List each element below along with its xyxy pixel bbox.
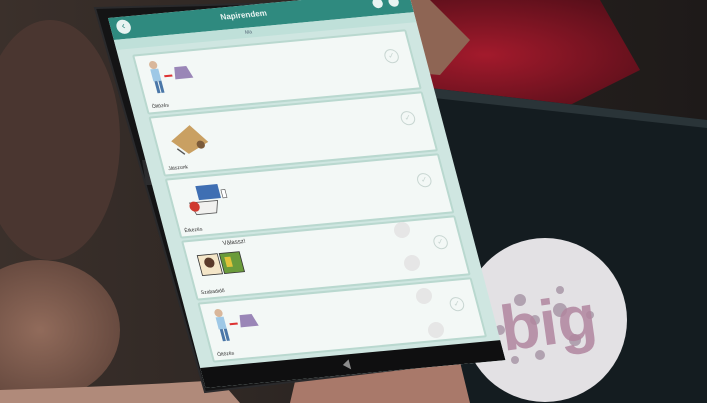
check-icon[interactable]: ✓ bbox=[399, 110, 417, 126]
leisure-icon bbox=[196, 251, 246, 277]
card-label: Étkezés bbox=[183, 226, 204, 235]
check-icon[interactable]: ✓ bbox=[431, 234, 450, 250]
tab-today[interactable]: Ma bbox=[244, 29, 253, 36]
person-dressing-icon bbox=[149, 61, 194, 94]
settings-icon[interactable] bbox=[371, 0, 384, 9]
card-label: Játszunk bbox=[167, 164, 189, 173]
round-button bbox=[394, 222, 410, 238]
card-label: Szabadidő bbox=[200, 287, 226, 297]
app-title: Napirendem bbox=[219, 8, 268, 22]
card-label: Öltözés bbox=[216, 350, 236, 359]
person-dressing-icon bbox=[214, 309, 259, 342]
play-icon bbox=[171, 125, 209, 155]
meal-icon bbox=[188, 184, 228, 216]
check-icon[interactable]: ✓ bbox=[448, 296, 466, 312]
round-button bbox=[416, 288, 432, 304]
check-icon[interactable]: ✓ bbox=[382, 48, 401, 64]
photo-scene: big ‹ Napirendem Ma Öltözés ✓ Játszunk ✓… bbox=[0, 0, 707, 403]
menu-icon[interactable] bbox=[387, 0, 400, 8]
round-button bbox=[404, 255, 420, 271]
card-note: Válassz! bbox=[222, 238, 247, 247]
nav-back-icon[interactable] bbox=[341, 359, 352, 370]
round-button bbox=[428, 322, 444, 338]
check-icon[interactable]: ✓ bbox=[415, 172, 434, 188]
back-icon[interactable]: ‹ bbox=[114, 19, 133, 35]
card-label: Öltözés bbox=[151, 102, 170, 111]
